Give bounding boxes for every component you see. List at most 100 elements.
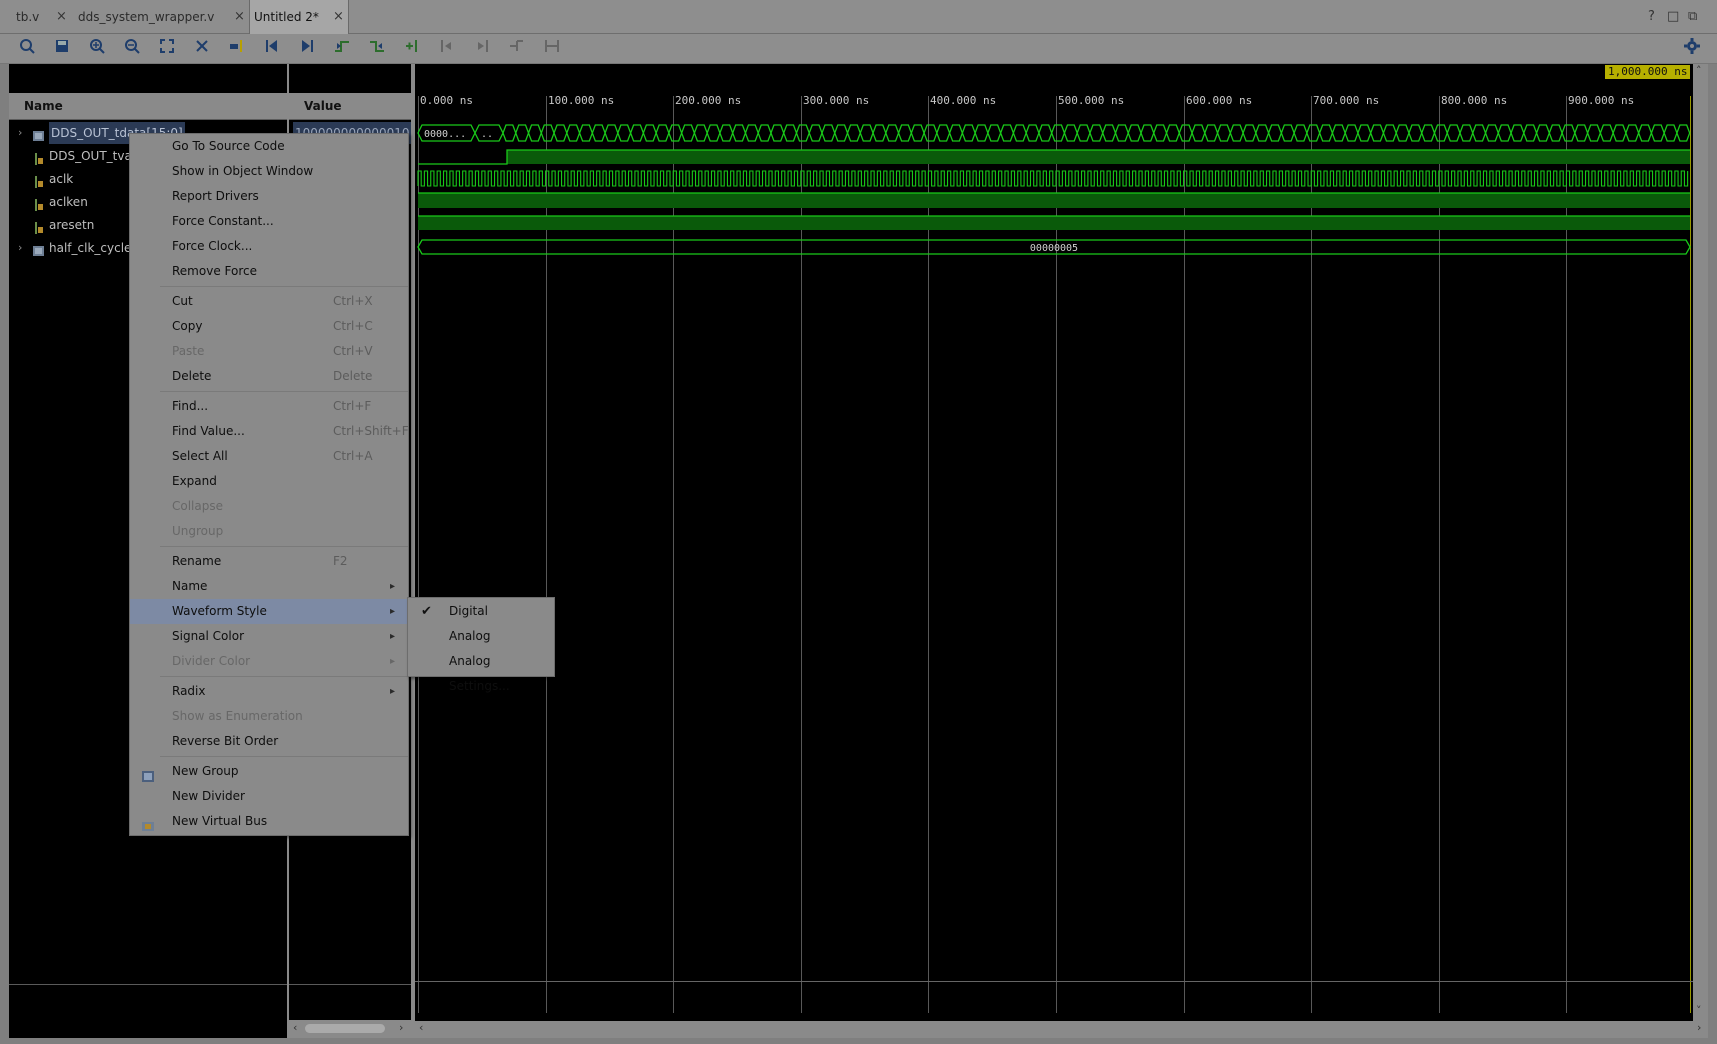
menu-item-rename[interactable]: Rename F2 bbox=[130, 549, 408, 574]
go-to-time-0-icon[interactable] bbox=[261, 38, 283, 60]
menu-item-label: Select All bbox=[172, 449, 228, 463]
menu-item-ungroup[interactable]: Ungroup bbox=[130, 519, 408, 544]
vertical-scrollbar[interactable]: ˄ ˅ bbox=[1693, 64, 1708, 1021]
wire-icon bbox=[33, 173, 44, 188]
horizontal-scrollbar[interactable]: ‹ › bbox=[289, 1020, 411, 1038]
search-icon[interactable] bbox=[16, 38, 38, 60]
menu-item-radix[interactable]: Radix ▸ bbox=[130, 679, 408, 704]
menu-item-label: Cut bbox=[172, 294, 193, 308]
menu-item-show-in-object-window[interactable]: Show in Object Window bbox=[130, 159, 408, 184]
virtual-bus-icon bbox=[142, 816, 154, 831]
tab-dds-system-wrapper[interactable]: dds_system_wrapper.v × bbox=[62, 0, 250, 34]
menu-item-force-clock[interactable]: Force Clock... bbox=[130, 234, 408, 259]
tab-untitled-2[interactable]: Untitled 2* × bbox=[249, 0, 349, 34]
menu-item-shortcut: F2 bbox=[333, 554, 348, 568]
menu-item-find[interactable]: Find... Ctrl+F bbox=[130, 394, 408, 419]
help-icon[interactable]: ? bbox=[1648, 9, 1655, 24]
submenu-item-label: Analog bbox=[449, 629, 491, 643]
close-icon[interactable]: × bbox=[234, 0, 245, 34]
context-menu: Go To Source Code Show in Object Window Re… bbox=[129, 133, 409, 836]
menu-item-new-group[interactable]: New Group bbox=[130, 759, 408, 784]
tab-label: dds_system_wrapper.v bbox=[78, 10, 215, 24]
menu-item-paste[interactable]: Paste Ctrl+V bbox=[130, 339, 408, 364]
menu-item-label: Divider Color bbox=[172, 654, 251, 668]
menu-item-divider-color[interactable]: Divider Color ▸ bbox=[130, 649, 408, 674]
submenu-item-digital[interactable]: ✔ Digital bbox=[408, 599, 554, 624]
zoom-in-icon[interactable] bbox=[86, 38, 108, 60]
menu-item-label: Expand bbox=[172, 474, 217, 488]
menu-item-expand[interactable]: Expand bbox=[130, 469, 408, 494]
aresetn-high-fill bbox=[418, 216, 1690, 230]
save-icon[interactable] bbox=[51, 38, 73, 60]
submenu-arrow-icon: ▸ bbox=[390, 686, 396, 697]
name-column-header[interactable]: Name bbox=[9, 93, 287, 120]
menu-item-label: Report Drivers bbox=[172, 189, 259, 203]
menu-item-collapse[interactable]: Collapse bbox=[130, 494, 408, 519]
submenu-item-analog[interactable]: Analog bbox=[408, 624, 554, 649]
chevron-right-icon[interactable]: › bbox=[18, 122, 22, 144]
wire-icon bbox=[33, 196, 44, 211]
tab-label: Untitled 2* bbox=[254, 10, 319, 24]
cursor-remove-icon[interactable] bbox=[191, 38, 213, 60]
wire-icon bbox=[33, 150, 44, 165]
menu-item-label: Show in Object Window bbox=[172, 164, 314, 178]
swap-cursors-icon[interactable] bbox=[506, 38, 528, 60]
next-marker-icon[interactable] bbox=[471, 38, 493, 60]
gear-icon[interactable] bbox=[1681, 38, 1703, 60]
menu-item-label: Waveform Style bbox=[172, 604, 267, 618]
waveform-canvas[interactable]: 0.000 ns 100.000 ns 200.000 ns 300.000 ns 40… bbox=[415, 64, 1693, 1021]
menu-separator bbox=[160, 391, 408, 392]
menu-item-name[interactable]: Name ▸ bbox=[130, 574, 408, 599]
menu-item-delete[interactable]: Delete Delete bbox=[130, 364, 408, 389]
zoom-out-icon[interactable] bbox=[121, 38, 143, 60]
menu-item-report-drivers[interactable]: Report Drivers bbox=[130, 184, 408, 209]
menu-item-remove-force[interactable]: Remove Force bbox=[130, 259, 408, 284]
menu-item-waveform-style[interactable]: Waveform Style ▸ bbox=[130, 599, 408, 624]
menu-item-label: Find... bbox=[172, 399, 209, 413]
chevron-right-icon[interactable]: › bbox=[18, 237, 22, 259]
menu-item-reverse-bit-order[interactable]: Reverse Bit Order bbox=[130, 729, 408, 754]
menu-item-label: Rename bbox=[172, 554, 222, 568]
bus-value-label: .. bbox=[481, 129, 493, 140]
menu-item-label: New Divider bbox=[172, 789, 245, 803]
close-icon[interactable]: × bbox=[333, 0, 344, 34]
menu-item-go-to-source-code[interactable]: Go To Source Code bbox=[130, 134, 408, 159]
menu-item-show-as-enumeration[interactable]: Show as Enumeration bbox=[130, 704, 408, 729]
menu-item-cut[interactable]: Cut Ctrl+X bbox=[130, 289, 408, 314]
snap-to-transition-icon[interactable] bbox=[541, 38, 563, 60]
value-column-header[interactable]: Value bbox=[289, 93, 411, 120]
go-to-cursor-icon[interactable] bbox=[226, 38, 248, 60]
menu-item-label: Ungroup bbox=[172, 524, 224, 538]
menu-item-shortcut: Delete bbox=[333, 369, 373, 383]
add-marker-icon[interactable] bbox=[401, 38, 423, 60]
scrollbar-thumb[interactable] bbox=[305, 1024, 385, 1033]
menu-item-label: Signal Color bbox=[172, 629, 245, 643]
go-to-last-time-icon[interactable] bbox=[296, 38, 318, 60]
waveform-horizontal-scrollbar[interactable]: ‹ › bbox=[415, 1021, 1708, 1038]
menu-item-force-constant[interactable]: Force Constant... bbox=[130, 209, 408, 234]
menu-item-new-virtual-bus[interactable]: New Virtual Bus bbox=[130, 809, 408, 834]
tab-label: tb.v bbox=[16, 10, 40, 24]
menu-item-new-divider[interactable]: New Divider bbox=[130, 784, 408, 809]
menu-item-label: Find Value... bbox=[172, 424, 245, 438]
previous-marker-icon[interactable] bbox=[436, 38, 458, 60]
menu-separator bbox=[160, 546, 408, 547]
float-icon[interactable]: ⧉ bbox=[1688, 9, 1697, 24]
previous-transition-icon[interactable] bbox=[331, 38, 353, 60]
menu-separator bbox=[160, 676, 408, 677]
restore-icon[interactable]: □ bbox=[1667, 9, 1679, 24]
signal-name: aclk bbox=[49, 172, 74, 186]
submenu-arrow-icon: ▸ bbox=[390, 606, 396, 617]
menu-item-select-all[interactable]: Select All Ctrl+A bbox=[130, 444, 408, 469]
menu-item-label: New Group bbox=[172, 764, 239, 778]
zoom-fit-icon[interactable] bbox=[156, 38, 178, 60]
menu-item-label: Show as Enumeration bbox=[172, 709, 303, 723]
menu-separator bbox=[160, 756, 408, 757]
menu-item-copy[interactable]: Copy Ctrl+C bbox=[130, 314, 408, 339]
submenu-item-analog-settings[interactable]: Analog Settings... bbox=[408, 649, 554, 693]
waveform-bottom-divider bbox=[415, 981, 1693, 982]
menu-item-signal-color[interactable]: Signal Color ▸ bbox=[130, 624, 408, 649]
next-transition-icon[interactable] bbox=[366, 38, 388, 60]
menu-item-label: Force Constant... bbox=[172, 214, 274, 228]
menu-item-find-value[interactable]: Find Value... Ctrl+Shift+F bbox=[130, 419, 409, 444]
